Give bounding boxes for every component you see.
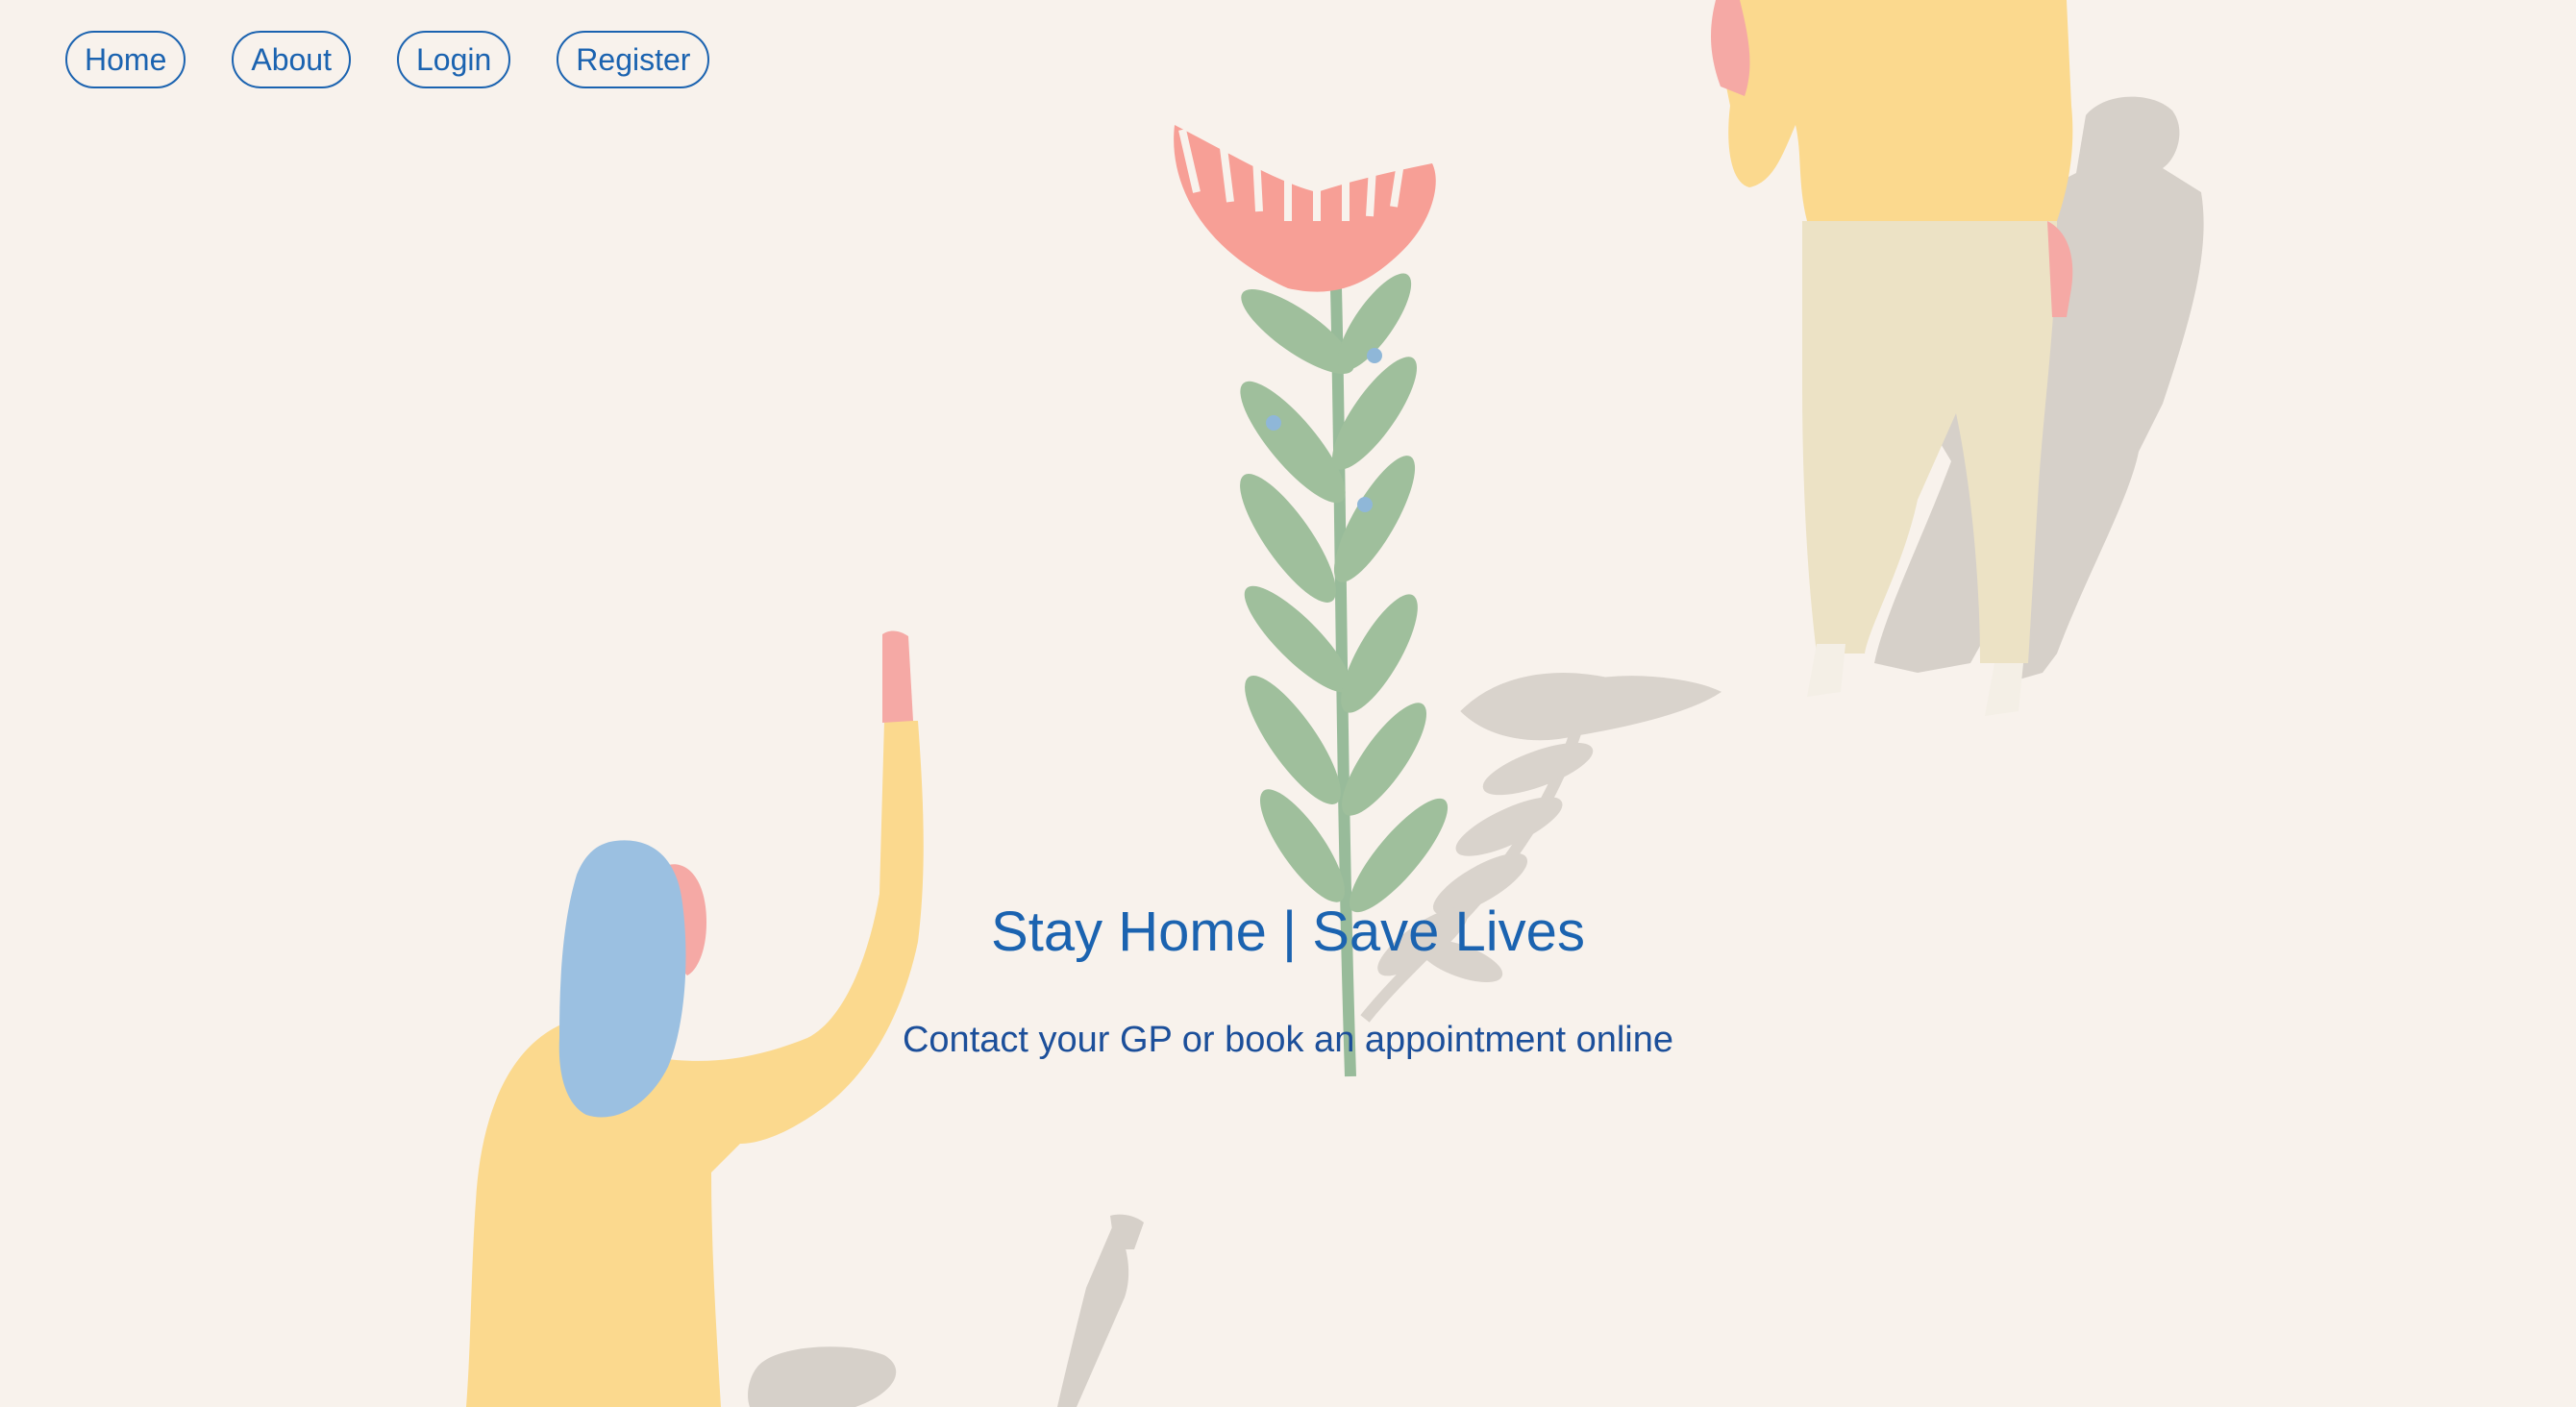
nav-home-button[interactable]: Home [65, 31, 186, 88]
nav-about-button[interactable]: About [232, 31, 351, 88]
top-navigation: Home About Login Register [65, 31, 710, 88]
hero-subtitle: Contact your GP or book an appointment o… [902, 1020, 1674, 1060]
nav-login-button[interactable]: Login [396, 31, 511, 88]
background-illustration [466, 0, 2204, 1407]
person-shadow-bottom [748, 1214, 1144, 1407]
hero-title: Stay Home | Save Lives [991, 901, 1585, 963]
nav-register-button[interactable]: Register [557, 31, 710, 88]
